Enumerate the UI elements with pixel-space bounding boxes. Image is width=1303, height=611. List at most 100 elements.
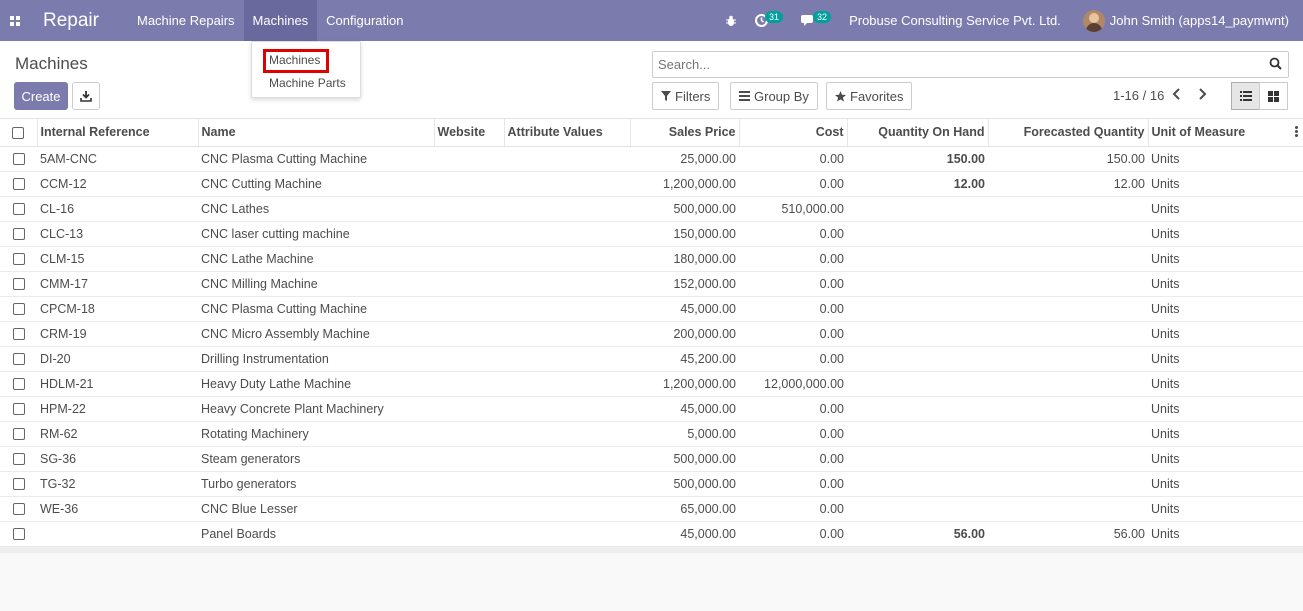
table-row[interactable]: CCM-12 CNC Cutting Machine 1,200,000.00 0.0…: [0, 171, 1303, 197]
table-row[interactable]: Panel Boards 45,000.00 0.00 56.00 56.00 Units: [0, 521, 1303, 547]
optional-columns-icon[interactable]: [1295, 125, 1298, 138]
table-row[interactable]: RM-62 Rotating Machinery 5,000.00 0.00 Units: [0, 421, 1303, 447]
row-checkbox[interactable]: [12, 228, 25, 241]
pager-value[interactable]: 1-16 / 16: [1113, 88, 1164, 103]
message-count-badge: 32: [813, 10, 832, 23]
header-internal-reference[interactable]: Internal Reference: [37, 119, 199, 147]
row-checkbox[interactable]: [12, 278, 25, 291]
table-row[interactable]: CMM-17 CNC Milling Machine 152,000.00 0.00 U…: [0, 271, 1303, 297]
cell-website: [434, 171, 504, 197]
table-row[interactable]: CL-16 CNC Lathes 500,000.00 510,000.00 Units: [0, 196, 1303, 222]
apps-menu-icon[interactable]: [0, 0, 30, 41]
header-attribute-values[interactable]: Attribute Values: [504, 119, 631, 147]
cell-uom: Units: [1148, 171, 1303, 197]
cell-attribute-values: [504, 396, 630, 422]
filters-button[interactable]: Filters: [652, 82, 720, 110]
messages-button[interactable]: 32: [801, 10, 832, 27]
header-forecasted-qty[interactable]: Forecasted Quantity: [988, 119, 1149, 147]
cell-qty-on-hand: 150.00: [847, 146, 988, 172]
header-sales-price[interactable]: Sales Price: [630, 119, 740, 147]
header-website[interactable]: Website: [434, 119, 505, 147]
table-row[interactable]: SG-36 Steam generators 500,000.00 0.00 Units: [0, 446, 1303, 472]
user-name: John Smith (apps14_paymwnt): [1109, 13, 1289, 28]
filter-icon: [661, 91, 671, 101]
table-row[interactable]: TG-32 Turbo generators 500,000.00 0.00 Units: [0, 471, 1303, 497]
table-row[interactable]: 5AM-CNC CNC Plasma Cutting Machine 25,000.…: [0, 146, 1303, 172]
row-checkbox[interactable]: [12, 528, 25, 541]
table-row[interactable]: HPM-22 Heavy Concrete Plant Machinery 45,0…: [0, 396, 1303, 422]
groupby-button[interactable]: Group By: [730, 82, 818, 110]
row-select-cell: [0, 396, 37, 422]
row-checkbox[interactable]: [12, 453, 25, 466]
table-row[interactable]: CLM-15 CNC Lathe Machine 180,000.00 0.00 Uni…: [0, 246, 1303, 272]
dropdown-item-machine-parts[interactable]: Machine Parts: [269, 76, 346, 90]
row-checkbox[interactable]: [12, 328, 25, 341]
header-qty-on-hand[interactable]: Quantity On Hand: [847, 119, 989, 147]
cell-uom: Units: [1148, 346, 1303, 372]
row-checkbox[interactable]: [12, 353, 25, 366]
row-checkbox[interactable]: [12, 478, 25, 491]
row-select-cell: [0, 521, 37, 547]
table-row[interactable]: DI-20 Drilling Instrumentation 45,200.00 0.…: [0, 346, 1303, 372]
cell-cost: 0.00: [739, 221, 847, 247]
row-checkbox[interactable]: [12, 403, 25, 416]
menu-configuration[interactable]: Configuration: [317, 0, 412, 41]
table-row[interactable]: HDLM-21 Heavy Duty Lathe Machine 1,200,000…: [0, 371, 1303, 397]
create-button[interactable]: Create: [14, 82, 68, 110]
dropdown-item-machines[interactable]: Machines: [269, 53, 320, 67]
row-checkbox[interactable]: [12, 303, 25, 316]
machines-table: Internal Reference Name Website Attribut…: [0, 119, 1303, 553]
cell-internal-reference: CPCM-18: [37, 296, 198, 322]
row-checkbox[interactable]: [12, 378, 25, 391]
row-checkbox[interactable]: [12, 428, 25, 441]
table-row[interactable]: CLC-13 CNC laser cutting machine 150,000.0…: [0, 221, 1303, 247]
download-button[interactable]: [72, 82, 100, 110]
row-checkbox[interactable]: [12, 153, 25, 166]
cell-qty-on-hand: [847, 221, 988, 247]
header-cost[interactable]: Cost: [739, 119, 848, 147]
table-row[interactable]: CPCM-18 CNC Plasma Cutting Machine 45,000.…: [0, 296, 1303, 322]
table-row[interactable]: WE-36 CNC Blue Lesser 65,000.00 0.00 Units: [0, 496, 1303, 522]
cell-website: [434, 446, 504, 472]
list-view-button[interactable]: [1231, 82, 1260, 110]
favorites-button[interactable]: Favorites: [826, 82, 913, 110]
row-checkbox[interactable]: [12, 203, 25, 216]
search-icon[interactable]: [1269, 57, 1282, 73]
bars-icon: [739, 91, 750, 101]
bug-icon[interactable]: [725, 15, 737, 27]
pager-previous-icon[interactable]: [1172, 87, 1182, 106]
company-switcher[interactable]: Probuse Consulting Service Pvt. Ltd.: [849, 13, 1061, 28]
kanban-view-button[interactable]: [1259, 82, 1288, 110]
select-all-checkbox[interactable]: [12, 126, 25, 139]
user-menu[interactable]: John Smith (apps14_paymwnt): [1082, 9, 1289, 32]
cell-forecasted-qty: [988, 496, 1148, 522]
app-brand[interactable]: Repair: [43, 10, 99, 32]
cell-website: [434, 471, 504, 497]
control-panel: Machines Create Filters Group By Favorit…: [0, 41, 1303, 119]
header-name[interactable]: Name: [198, 119, 435, 147]
cell-uom: Units: [1148, 496, 1303, 522]
activity-button[interactable]: 31: [755, 10, 784, 27]
menu-machine-repairs[interactable]: Machine Repairs: [128, 0, 244, 41]
row-checkbox[interactable]: [12, 503, 25, 516]
cell-website: [434, 496, 504, 522]
cell-forecasted-qty: [988, 446, 1148, 472]
cell-attribute-values: [504, 371, 630, 397]
cell-forecasted-qty: 150.00: [988, 146, 1148, 172]
cell-forecasted-qty: [988, 196, 1148, 222]
row-select-cell: [0, 321, 37, 347]
cell-website: [434, 296, 504, 322]
header-uom-cell[interactable]: Unit of Measure: [1148, 119, 1303, 147]
search-input[interactable]: [653, 52, 1253, 77]
cell-website: [434, 371, 504, 397]
menu-machines[interactable]: Machines: [243, 0, 318, 41]
filters-label: Filters: [675, 88, 711, 104]
cell-attribute-values: [504, 271, 630, 297]
cell-cost: 0.00: [739, 171, 847, 197]
row-checkbox[interactable]: [12, 178, 25, 191]
table-row[interactable]: CRM-19 CNC Micro Assembly Machine 200,000.…: [0, 321, 1303, 347]
pager-next-icon[interactable]: [1197, 87, 1207, 106]
cell-attribute-values: [504, 196, 630, 222]
row-checkbox[interactable]: [12, 253, 25, 266]
cell-sales-price: 1,200,000.00: [630, 171, 739, 197]
